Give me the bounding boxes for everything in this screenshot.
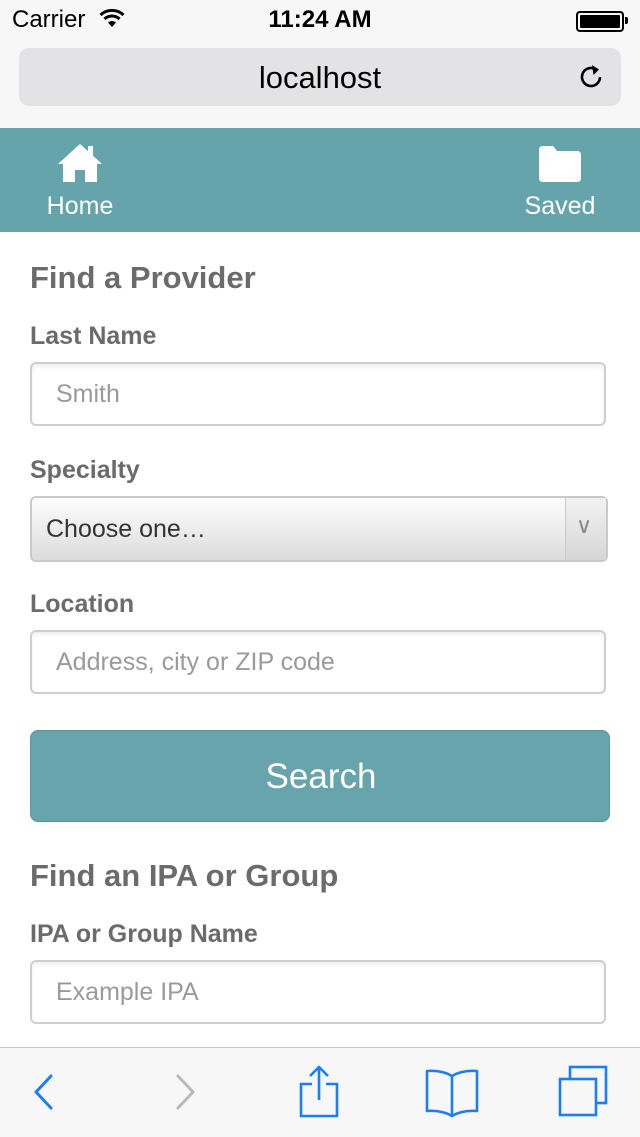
tabs-icon[interactable] [556,1064,612,1120]
specialty-label: Specialty [30,456,140,484]
search-button-label: Search [265,757,377,796]
ipa-form-title: Find an IPA or Group [30,858,339,893]
specialty-select[interactable]: Choose one… ∨ [30,496,608,562]
battery-icon [576,11,628,32]
clock: 11:24 AM [268,6,372,33]
ipa-name-label: IPA or Group Name [30,920,258,948]
search-page: Find a Provider Last Name Smith Specialt… [0,232,640,1048]
back-icon[interactable] [18,1064,74,1120]
provider-form-title: Find a Provider [30,260,256,295]
browser-chrome: localhost [0,40,640,129]
nav-home[interactable]: Home [20,128,140,232]
forward-icon[interactable] [155,1064,211,1120]
reload-icon[interactable] [575,61,607,93]
last-name-label: Last Name [30,322,157,350]
ipa-name-input[interactable]: Example IPA [30,960,606,1024]
location-input[interactable]: Address, city or ZIP code [30,630,606,694]
select-arrow: ∨ [576,513,593,538]
last-name-placeholder: Smith [56,380,120,408]
browser-toolbar [0,1047,640,1137]
specialty-selected-value: Choose one… [46,515,206,543]
nav-saved[interactable]: Saved [500,128,620,232]
chevron-down-icon: ∨ [565,498,606,560]
bookmarks-icon[interactable] [424,1064,480,1120]
home-icon [58,144,102,182]
location-placeholder: Address, city or ZIP code [56,648,335,676]
address-bar[interactable]: localhost [19,48,621,106]
ipa-name-placeholder: Example IPA [56,978,199,1006]
location-label: Location [30,590,135,618]
nav-saved-label: Saved [524,192,596,220]
nav-home-label: Home [46,192,114,220]
search-button[interactable]: Search [30,730,610,822]
last-name-input[interactable]: Smith [30,362,606,426]
app-nav: Home Saved [0,128,640,232]
folder-icon [539,146,581,182]
share-icon[interactable] [291,1064,347,1120]
status-bar: Carrier 11:24 AM [0,0,640,40]
url-text: localhost [258,60,382,95]
